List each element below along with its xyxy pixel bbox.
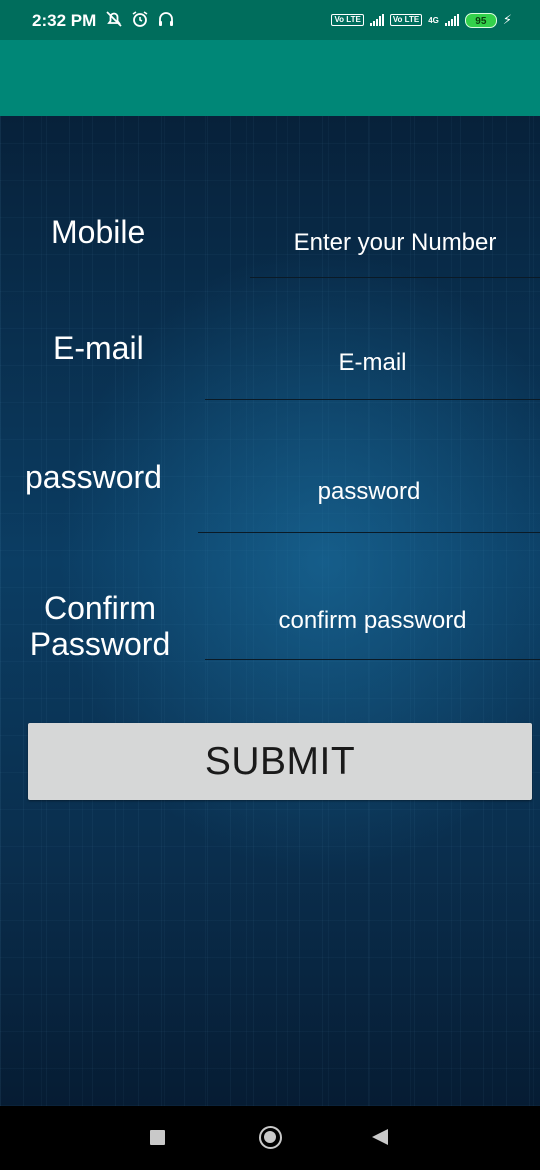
mobile-input[interactable] (250, 208, 540, 278)
email-label: E-mail (53, 330, 144, 366)
status-time: 2:32 PM (32, 11, 97, 30)
battery-icon: 95 (464, 12, 497, 28)
form-background: Mobile E-mail password Confirm Password … (0, 116, 540, 1106)
password-label: password (25, 459, 162, 495)
submit-button[interactable]: SUBMIT (28, 723, 532, 800)
volte-badge: Vo LTE (331, 14, 364, 26)
navigation-bar (0, 1106, 540, 1170)
back-icon[interactable] (372, 1129, 388, 1145)
home-icon[interactable] (259, 1126, 282, 1149)
status-icons-right: Vo LTE Vo LTE 4G 95 ⚡ (331, 12, 512, 28)
confirm-password-input[interactable] (205, 582, 540, 660)
signal-icon (369, 14, 384, 26)
password-input[interactable] (198, 452, 540, 533)
status-icons-left (104, 9, 176, 34)
bolt-icon: ⚡ (502, 12, 512, 27)
notification-muted-icon (104, 9, 124, 34)
confirm-password-label: Confirm Password (29, 590, 171, 662)
alarm-icon (130, 9, 150, 34)
network-type: 4G (428, 15, 439, 25)
headphones-icon (156, 9, 176, 34)
status-bar: 2:32 PM Vo LTE Vo LTE 4G 95 ⚡ (0, 0, 540, 40)
email-input[interactable] (205, 326, 540, 400)
mobile-label: Mobile (51, 214, 146, 250)
volte-badge-2: Vo LTE (389, 14, 423, 26)
signal-icon-2 (444, 14, 459, 26)
app-bar (0, 40, 540, 116)
recent-apps-icon[interactable] (150, 1130, 165, 1145)
